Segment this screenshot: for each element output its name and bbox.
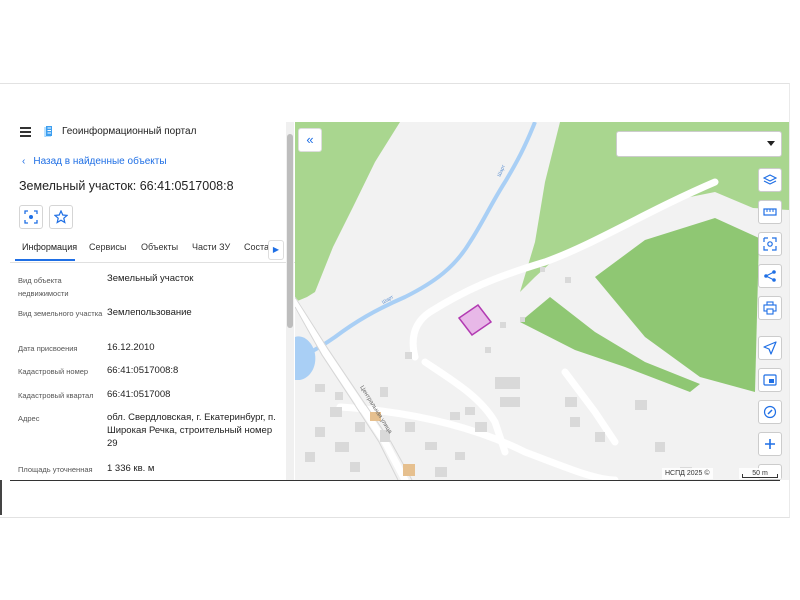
- zoom-in-icon: [765, 439, 775, 449]
- prop-label-cadastral-number: Кадастровый номер: [18, 367, 89, 376]
- map-canvas[interactable]: Центральная улица Шарт Шарт: [295, 122, 789, 480]
- prop-label-kind: Вид земельного участка: [18, 309, 103, 318]
- layers-button[interactable]: [758, 168, 782, 192]
- ruler-button[interactable]: [758, 200, 782, 224]
- map-scale: 50 m: [739, 468, 781, 479]
- prop-label-address: Адрес: [18, 414, 40, 423]
- tab-composition[interactable]: Соста: [244, 242, 269, 252]
- back-label: Назад в найденные объекты: [33, 156, 167, 167]
- area-select-button[interactable]: [758, 232, 782, 256]
- active-tab-indicator: [15, 259, 75, 261]
- prop-value-kind: Землепользование: [107, 307, 192, 318]
- zoom-in-button[interactable]: [758, 432, 782, 456]
- layer-select[interactable]: [616, 131, 782, 157]
- screen-button[interactable]: [758, 368, 782, 392]
- locate-icon: [763, 341, 777, 355]
- building-commercial-2: [403, 464, 415, 476]
- share-button[interactable]: [758, 264, 782, 288]
- prop-label-area: Площадь уточненная: [18, 465, 93, 474]
- tab-info[interactable]: Информация: [22, 242, 77, 252]
- zoom-to-object-button[interactable]: [19, 205, 43, 229]
- print-button[interactable]: [758, 296, 782, 320]
- prop-label-cadastral-quarter: Кадастровый квартал: [18, 391, 94, 400]
- object-title: Земельный участок: 66:41:0517008:8: [19, 179, 234, 193]
- prop-value-address: обл. Свердловская, г. Екатеринбург, п. Ш…: [107, 412, 276, 449]
- menu-icon[interactable]: [20, 127, 31, 137]
- panel-scrollbar[interactable]: [286, 122, 294, 480]
- screen-icon: [763, 374, 777, 386]
- share-icon: [764, 270, 776, 282]
- locate-button[interactable]: [758, 336, 782, 360]
- prop-value-cadastral-quarter: 66:41:0517008: [107, 389, 171, 400]
- portal-logo: [44, 126, 52, 137]
- prop-value-area: 1 336 кв. м: [107, 463, 155, 474]
- map-view[interactable]: Центральная улица Шарт Шарт « НСПД 2025 …: [295, 122, 789, 480]
- star-icon: [54, 210, 68, 224]
- draw-button[interactable]: [758, 400, 782, 424]
- prop-value-type: Земельный участок: [107, 273, 194, 284]
- tab-objects[interactable]: Объекты: [141, 242, 178, 252]
- prop-value-date: 16.12.2010: [107, 342, 155, 353]
- window-bottom-border: [10, 480, 780, 481]
- app-title: Геоинформационный портал: [62, 126, 197, 137]
- ruler-icon: [763, 208, 777, 216]
- area-select-icon: [763, 237, 777, 251]
- prop-label-date: Дата присвоения: [18, 344, 78, 353]
- scrollbar-thumb[interactable]: [287, 134, 293, 328]
- print-icon: [763, 301, 777, 315]
- draw-icon: [763, 405, 777, 419]
- tab-services[interactable]: Сервисы: [89, 242, 126, 252]
- app-header: Геоинформационный портал: [10, 122, 295, 144]
- focus-object-icon: [24, 210, 38, 224]
- info-panel: Геоинформационный портал ‹ Назад в найден…: [10, 122, 295, 480]
- tab-bar: Информация Сервисы Объекты Части ЗУ Сост…: [10, 238, 295, 263]
- prop-label-type: Вид объекта недвижимости: [18, 276, 69, 298]
- chevron-left-icon: ‹: [22, 156, 26, 167]
- map-attribution: НСПД 2025 ©: [662, 468, 713, 479]
- favorite-button[interactable]: [49, 205, 73, 229]
- layers-icon: [763, 174, 777, 185]
- caret-down-icon: [767, 141, 775, 146]
- prop-value-cadastral-number: 66:41:0517008:8: [107, 365, 179, 376]
- tabs-scroll-right-button[interactable]: ▶: [268, 240, 284, 260]
- window-left-edge: [0, 480, 2, 515]
- back-link[interactable]: ‹ Назад в найденные объекты: [22, 156, 167, 167]
- tab-parts[interactable]: Части ЗУ: [192, 242, 230, 252]
- collapse-panel-button[interactable]: «: [298, 128, 322, 152]
